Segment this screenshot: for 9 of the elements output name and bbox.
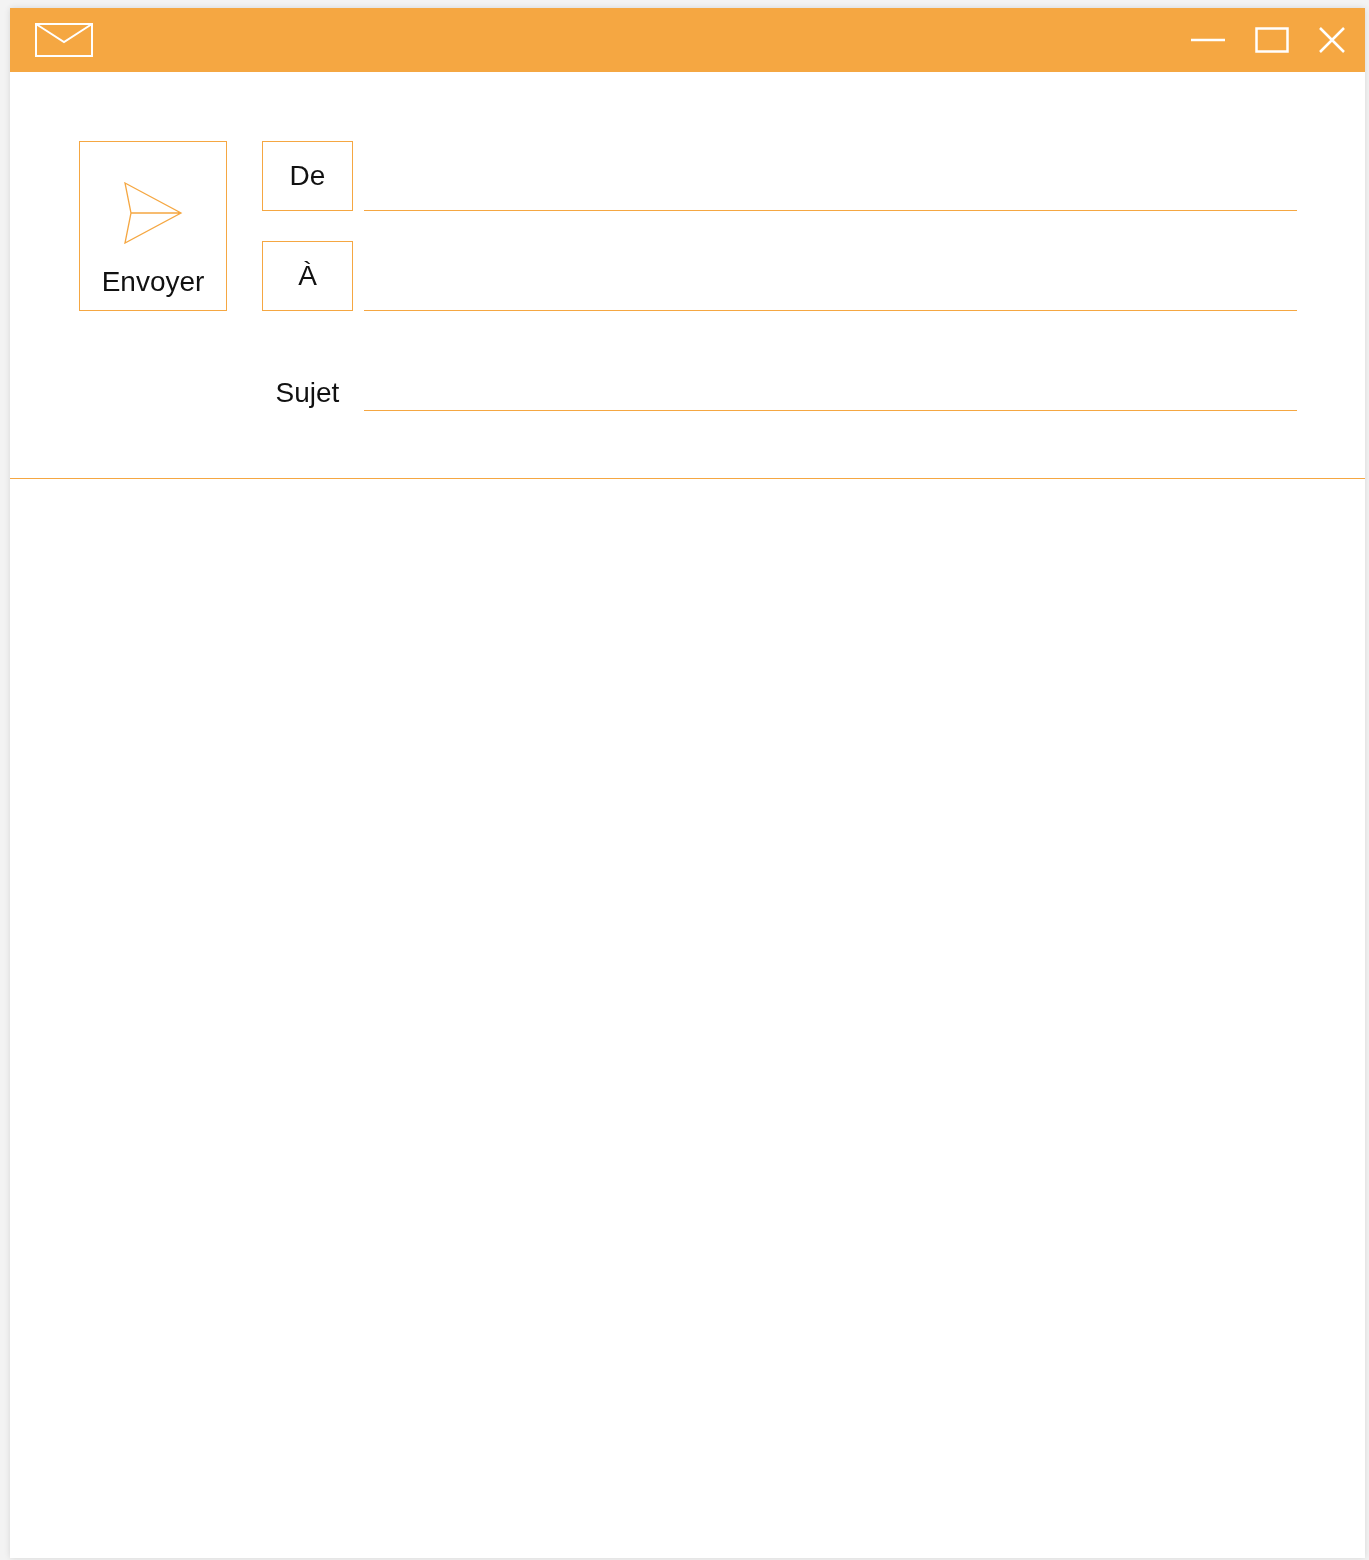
field-label: Sujet (274, 377, 341, 410)
send-icon (123, 182, 183, 244)
send-button[interactable]: Envoyer (79, 141, 227, 311)
maximize-icon[interactable] (1255, 27, 1289, 53)
field-label-button[interactable]: De (262, 141, 353, 211)
close-icon[interactable] (1319, 27, 1345, 53)
envelope-icon (35, 23, 93, 57)
minimize-icon[interactable] (1191, 38, 1225, 42)
field-label-button[interactable]: À (262, 241, 353, 311)
